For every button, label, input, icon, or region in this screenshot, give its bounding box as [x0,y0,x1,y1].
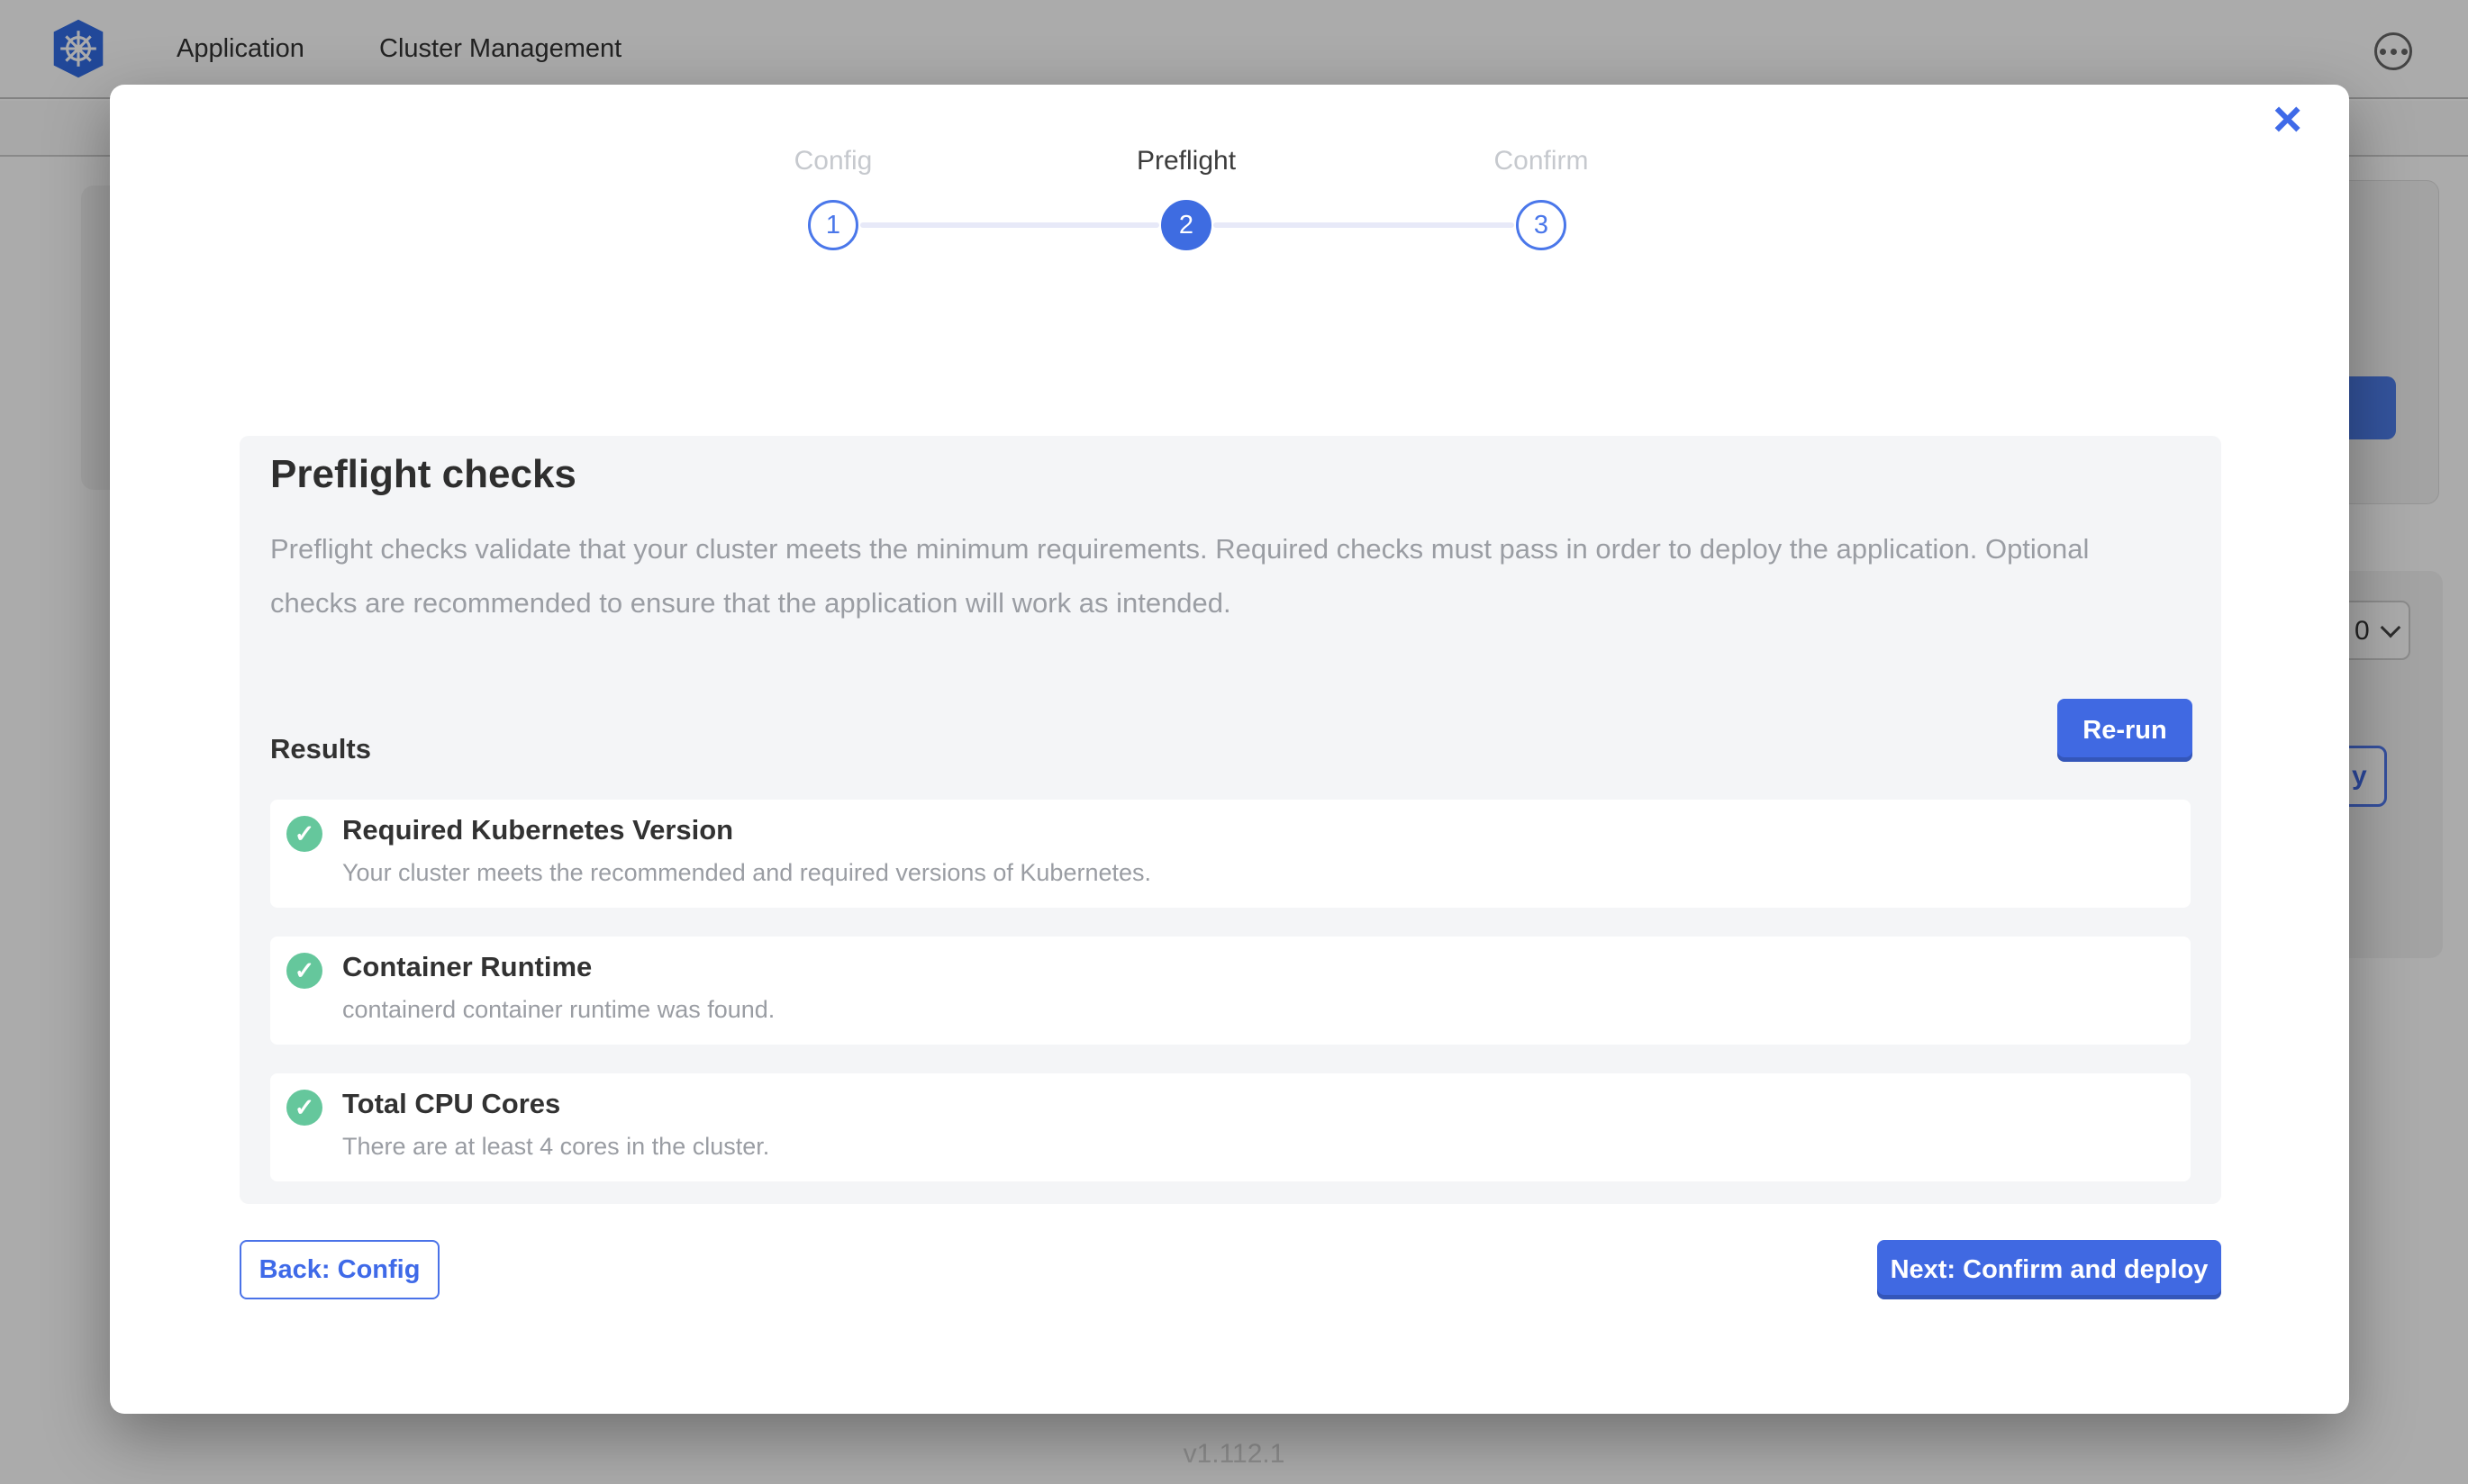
check-result-row: ✓ Total CPU Cores There are at least 4 c… [270,1073,2191,1181]
panel-title: Preflight checks [270,452,576,497]
step-circle-1[interactable]: 1 [808,200,858,250]
check-description: containerd container runtime was found. [342,996,775,1024]
next-confirm-deploy-button[interactable]: Next: Confirm and deploy [1877,1240,2221,1299]
step-label-preflight: Preflight [1051,146,1321,176]
close-icon[interactable]: × [2273,94,2302,144]
panel-description: Preflight checks validate that your clus… [270,522,2126,630]
back-config-button[interactable]: Back: Config [240,1240,440,1299]
step-circle-3[interactable]: 3 [1516,200,1566,250]
preflight-modal: × Config Preflight Confirm 1 2 3 Preflig… [110,85,2349,1414]
step-label-confirm: Confirm [1406,146,1676,176]
results-heading: Results [270,733,371,765]
check-result-row: ✓ Required Kubernetes Version Your clust… [270,800,2191,908]
screen: Application Cluster Management 0 y v1.11… [0,0,2468,1484]
check-title: Total CPU Cores [342,1088,560,1120]
check-circle-icon: ✓ [286,1090,322,1126]
stepper-connector [860,222,1159,228]
check-title: Required Kubernetes Version [342,814,733,846]
check-description: Your cluster meets the recommended and r… [342,859,1151,887]
check-title: Container Runtime [342,951,592,983]
rerun-button[interactable]: Re-run [2057,699,2192,762]
check-circle-icon: ✓ [286,816,322,852]
check-description: There are at least 4 cores in the cluste… [342,1133,769,1161]
check-circle-icon: ✓ [286,953,322,989]
step-circle-2[interactable]: 2 [1161,200,1211,250]
stepper-connector [1213,222,1514,228]
check-result-row: ✓ Container Runtime containerd container… [270,937,2191,1045]
step-label-config: Config [698,146,968,176]
preflight-panel: Preflight checks Preflight checks valida… [240,436,2221,1204]
